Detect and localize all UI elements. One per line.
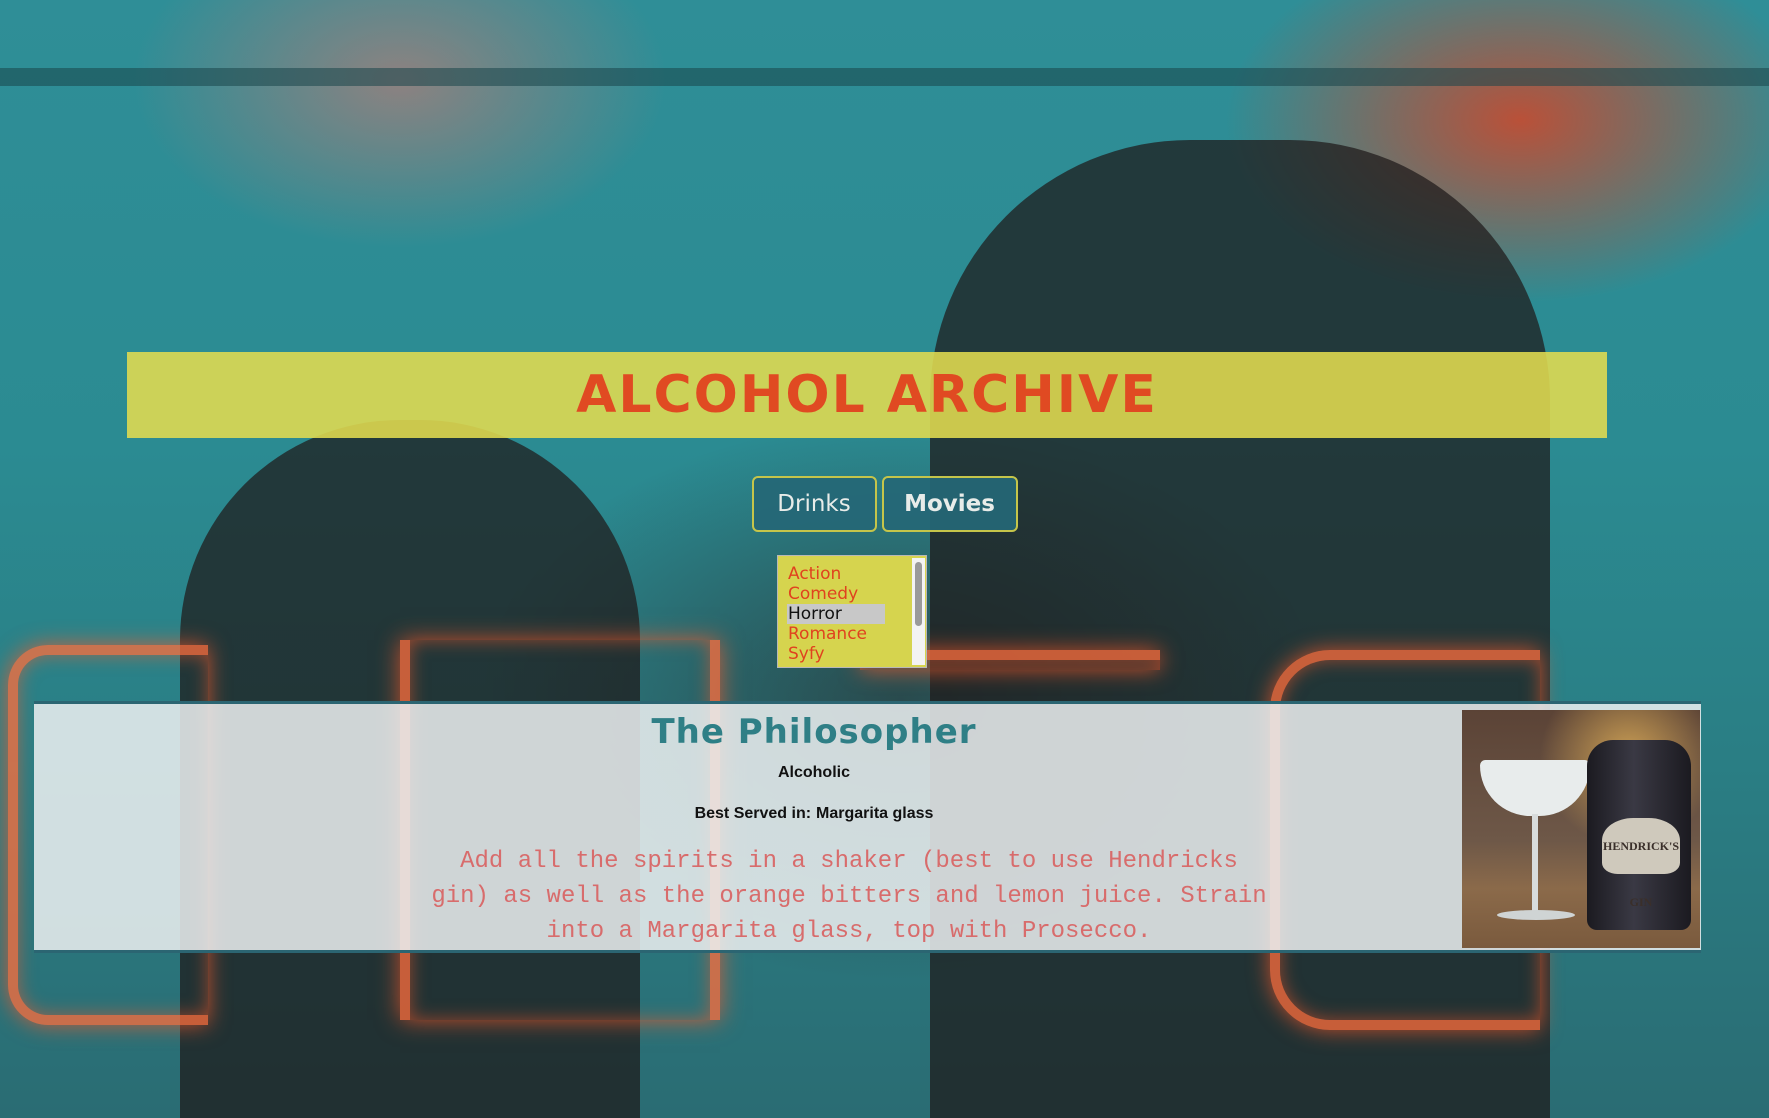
gin-bottle-label: HENDRICK'S GIN — [1602, 818, 1680, 909]
genre-option-romance[interactable]: Romance — [787, 624, 885, 644]
drink-instructions: Add all the spirits in a shaker (best to… — [431, 848, 1267, 945]
drink-type: Alcoholic — [777, 764, 850, 781]
genre-option-horror[interactable]: Horror — [787, 604, 885, 624]
drink-card: The Philosopher Alcoholic Best Served in… — [34, 701, 1701, 953]
genre-select[interactable]: Action Comedy Horror Romance Syfy — [777, 555, 927, 668]
genre-option-action[interactable]: Action — [787, 564, 885, 584]
genre-option-comedy[interactable]: Comedy — [787, 584, 885, 604]
drinks-button[interactable]: Drinks — [751, 476, 877, 532]
cocktail-glass-bowl — [1480, 760, 1590, 816]
drink-glass-value: Margarita glass — [816, 805, 934, 822]
header-bar: ALCOHOL ARCHIVE — [127, 352, 1607, 438]
movies-button[interactable]: Movies — [881, 476, 1018, 532]
nav-buttons: Drinks Movies — [0, 476, 1769, 532]
drink-glass-prefix: Best Served in: — [694, 805, 812, 822]
cocktail-glass-stem — [1532, 814, 1538, 912]
cocktail-glass-foot — [1497, 910, 1575, 920]
background-band — [0, 68, 1769, 86]
drink-image: HENDRICK'S GIN — [1462, 710, 1700, 948]
genre-scrollbar[interactable] — [912, 558, 925, 665]
drink-name: The Philosopher — [651, 712, 977, 752]
genre-option-syfy[interactable]: Syfy — [787, 644, 885, 664]
page-title: ALCOHOL ARCHIVE — [576, 365, 1158, 425]
drink-glass: Best Served in: Margarita glass — [34, 805, 1594, 823]
genre-scrollbar-thumb[interactable] — [915, 562, 922, 626]
